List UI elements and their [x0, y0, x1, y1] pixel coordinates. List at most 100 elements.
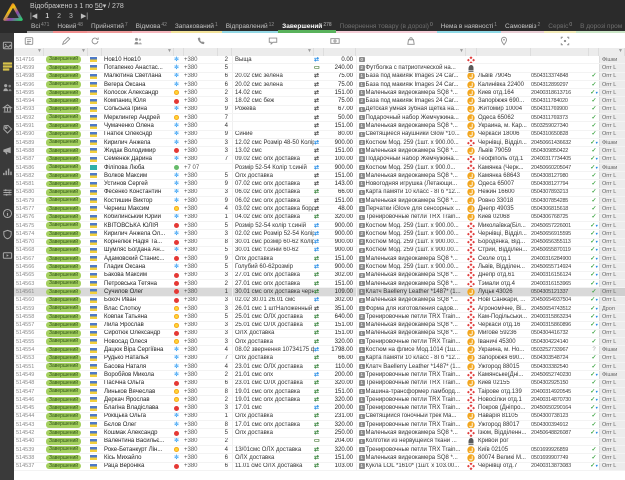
- order-row[interactable]: 514596ЗавершенийВегера Оксана✻+380620.02…: [14, 81, 625, 89]
- phone-cell[interactable]: +380: [184, 330, 218, 337]
- order-row[interactable]: 514593ЗавершенийСольська Ірина✻+3809Роже…: [14, 106, 625, 114]
- phone-cell[interactable]: +380: [184, 463, 218, 470]
- order-row[interactable]: 514544ЗавершенийРокіцька Ольга✻+3801Олх …: [14, 413, 625, 421]
- order-row[interactable]: 514594ЗавершенийКомпаниц Юля+380318.02 с…: [14, 97, 625, 105]
- product-cell[interactable]: 1Карта памяти 10 класс - 8Гб *12...: [356, 355, 466, 362]
- page-button-1[interactable]: 1: [45, 13, 49, 20]
- customer-cell[interactable]: Колосок Александр: [102, 89, 174, 96]
- product-cell[interactable]: 1Клатч Baellerry Leather *1487* (1...: [356, 363, 466, 370]
- header-cell-payment[interactable]: [314, 33, 356, 48]
- order-id-cell[interactable]: 514555: [14, 338, 44, 345]
- product-cell[interactable]: 1Колготки из нервущейся ткани ...: [356, 438, 466, 445]
- product-cell[interactable]: 1Маленькая видеокамера SQ8 *...: [356, 172, 466, 179]
- phone-cell[interactable]: +380: [184, 363, 218, 370]
- order-id-cell[interactable]: 514594: [14, 97, 44, 104]
- order-row[interactable]: 514540ЗавершенийВалентина Васильє...✻+38…: [14, 438, 625, 446]
- product-cell[interactable]: 1Маленькая видеокамера SQ8 *...: [356, 429, 466, 436]
- order-id-cell[interactable]: 514561: [14, 288, 44, 295]
- order-id-cell[interactable]: 514559: [14, 305, 44, 312]
- order-id-cell[interactable]: 514567: [14, 255, 44, 262]
- tracking-cell[interactable]: 0503259027340: [531, 122, 589, 129]
- tab-Самовивіз[interactable]: Самовивіз2: [501, 20, 544, 33]
- tab-Всі[interactable]: Всі471: [27, 20, 53, 33]
- city-cell[interactable]: [477, 64, 531, 71]
- order-row[interactable]: 514586ЗавершенийФіліпова Люба+7 07Розмір…: [14, 164, 625, 172]
- order-row[interactable]: 514570ЗавершенийКорнелюк Надія Та...+380…: [14, 239, 625, 247]
- order-id-cell[interactable]: 514592: [14, 114, 44, 121]
- comment-cell[interactable]: Синие: [232, 131, 314, 138]
- order-id-cell[interactable]: 514551: [14, 363, 44, 370]
- comment-cell[interactable]: 23.01 смс ОЛХ доставка: [232, 363, 314, 370]
- order-row[interactable]: 514599ЗавершенийПотапенко Анастас...✻+38…: [14, 64, 625, 72]
- city-cell[interactable]: Киев отд.164: [477, 89, 531, 96]
- phone-cell[interactable]: +380: [184, 247, 218, 254]
- product-cell[interactable]: 1База под макияж Images 24 Car...: [356, 81, 466, 88]
- product-cell[interactable]: 2Костюм Мод. 259 (1шт. х 900.00...: [356, 139, 466, 146]
- customer-cell[interactable]: Дацюк Віра Сергіївна: [102, 346, 174, 353]
- comment-cell[interactable]: [232, 438, 314, 445]
- customer-cell[interactable]: Пасічна Ольга: [102, 380, 174, 387]
- product-cell[interactable]: 6Подарочный набор Жемчужина...: [356, 156, 466, 163]
- tracking-cell[interactable]: 0504303548724: [531, 355, 589, 362]
- tab-Запакований[interactable]: Запакований1: [171, 20, 222, 33]
- customer-cell[interactable]: Костишин Виктор: [102, 197, 174, 204]
- phone-cell[interactable]: +380: [184, 280, 218, 287]
- city-cell[interactable]: Покров (Дніпро...: [477, 404, 531, 411]
- city-cell[interactable]: Запоріжжя 690...: [477, 97, 531, 104]
- city-cell[interactable]: Черкаси отд.16: [477, 322, 531, 329]
- order-id-cell[interactable]: 514568: [14, 247, 44, 254]
- tracking-cell[interactable]: 20450652740230: [531, 371, 589, 378]
- comment-cell[interactable]: Олх доставка: [232, 255, 314, 262]
- order-row[interactable]: 514587ЗавершенийСеменюк Дарина✻+380709.0…: [14, 156, 625, 164]
- tracking-cell[interactable]: 0504308127980: [531, 172, 589, 179]
- sidebar-item-bank[interactable]: [2, 101, 13, 112]
- sidebar-item-image[interactable]: [2, 38, 13, 49]
- customer-cell[interactable]: Благіна Владіслава: [102, 404, 174, 411]
- customer-cell[interactable]: Черниш Максим: [102, 205, 174, 212]
- product-cell[interactable]: 1Детская умная зубная щетка на...: [356, 106, 466, 113]
- city-cell[interactable]: Днепр 49035: [477, 205, 531, 212]
- order-row[interactable]: 514538ЗавершенийКісь Михайло✻+3806ОЛХ до…: [14, 454, 625, 462]
- order-id-cell[interactable]: 514558: [14, 313, 44, 320]
- city-cell[interactable]: Камянка (Черк...: [477, 164, 531, 171]
- order-id-cell[interactable]: 514577: [14, 205, 44, 212]
- phone-cell[interactable]: +380: [184, 355, 218, 362]
- phone-cell[interactable]: +380: [184, 297, 218, 304]
- order-id-cell[interactable]: 514586: [14, 164, 44, 171]
- tracking-cell[interactable]: 20400316156124: [531, 272, 589, 279]
- order-row[interactable]: 514537ЗавершенийРаца Вероніка+380611.01 …: [14, 463, 625, 471]
- comment-cell[interactable]: 13/01смс ОЛХ доставка: [232, 446, 314, 453]
- customer-cell[interactable]: Лила Ярослав: [102, 322, 174, 329]
- tracking-cell[interactable]: 20450650290164: [531, 404, 589, 411]
- phone-cell[interactable]: +7 07: [184, 164, 218, 171]
- customer-cell[interactable]: Рудько Наталья: [102, 355, 174, 362]
- product-cell[interactable]: 1Маленькая видеокамера SQ8 *...: [356, 255, 466, 262]
- order-row[interactable]: 514579ЗавершенийКостишин Виктор✻+380906.…: [14, 197, 625, 205]
- phone-cell[interactable]: +380: [184, 97, 218, 104]
- order-row[interactable]: 514591ЗавершенийЧумаченко Олена✻+3804⇄15…: [14, 122, 625, 130]
- tracking-cell[interactable]: 0504304416732: [531, 330, 589, 337]
- phone-cell[interactable]: +380: [184, 438, 218, 445]
- phone-cell[interactable]: +380: [184, 338, 218, 345]
- tracking-cell[interactable]: 20450657226001: [531, 222, 589, 229]
- comment-cell[interactable]: 02.02 смс Розмір 52-54 Колір ...: [232, 230, 314, 237]
- comment-cell[interactable]: Выща: [232, 56, 314, 63]
- filter-cell-8[interactable]: [314, 48, 324, 56]
- product-cell[interactable]: 1Маленькая видеокамера SQ8 *...: [356, 122, 466, 129]
- city-cell[interactable]: Тэмали отд.4: [477, 280, 531, 287]
- tab-Відправлений[interactable]: Відправлений12: [222, 20, 278, 33]
- tracking-cell[interactable]: 0504300394912: [531, 421, 589, 428]
- order-id-cell[interactable]: 514556: [14, 330, 44, 337]
- customer-cell[interactable]: Чумаченко Олена: [102, 122, 174, 129]
- product-cell[interactable]: 1Машина-трансформер ламборд...: [356, 388, 466, 395]
- first-page-button[interactable]: |◀: [30, 12, 37, 20]
- tracking-cell[interactable]: 0504311784020: [531, 97, 589, 104]
- sidebar-item-shield[interactable]: [2, 227, 13, 238]
- sidebar-item-info[interactable]: [2, 206, 13, 217]
- comment-cell[interactable]: 09.02 смс олх доставка: [232, 156, 314, 163]
- phone-cell[interactable]: +380: [184, 272, 218, 279]
- tab-Повернення товару (в дорозі)[interactable]: Повернення товару (в дорозі)0: [336, 20, 437, 33]
- customer-cell[interactable]: Бєлов Олег: [102, 421, 174, 428]
- comment-cell[interactable]: 19.01 смс олх доставка: [232, 388, 314, 395]
- phone-cell[interactable]: +380: [184, 139, 218, 146]
